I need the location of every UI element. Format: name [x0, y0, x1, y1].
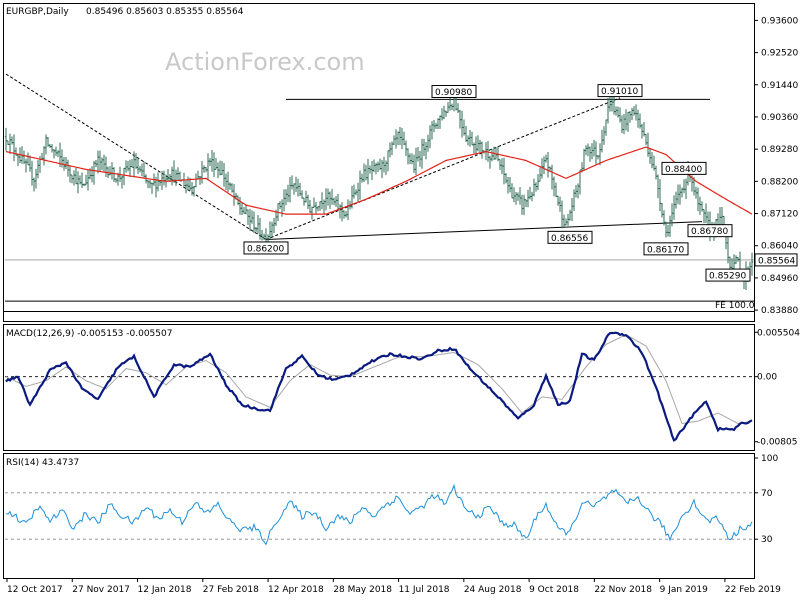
price-axis-label: 0.84960: [761, 274, 798, 284]
rsi-axis-label: 100: [761, 454, 778, 464]
x-axis-label: 12 Oct 2017: [7, 585, 63, 595]
price-annotation-label: 0.90980: [435, 88, 472, 98]
fe-label: FE 100.0: [715, 301, 755, 311]
x-axis-label: 9 Oct 2018: [529, 585, 579, 595]
price-annotation-label: 0.86200: [247, 244, 284, 254]
price-chart-title: EURGBP,Daily: [6, 7, 69, 17]
price-annotation-label: 0.86556: [551, 234, 588, 244]
x-axis-label: 9 Jan 2019: [660, 585, 708, 595]
rsi-title: RSI(14) 43.4737: [6, 458, 79, 468]
x-axis-label: 27 Nov 2017: [72, 585, 130, 595]
macd-axis-label: 0.005504: [757, 328, 800, 338]
price-axis-label: 0.86040: [761, 242, 798, 252]
price-axis-label: 0.93600: [761, 16, 798, 26]
price-axis-label: 0.88200: [761, 177, 798, 187]
price-annotation-label: 0.85290: [709, 272, 746, 282]
price-annotation-label: 0.86780: [691, 227, 728, 237]
x-axis-label: 12 Jan 2018: [138, 585, 192, 595]
price-axis-label: 0.89280: [761, 145, 798, 155]
watermark: ActionForex.com: [165, 48, 365, 76]
rsi-axis-label: 70: [761, 489, 773, 499]
x-axis-label: 28 May 2018: [333, 585, 392, 595]
x-axis-label: 11 Jul 2018: [399, 585, 450, 595]
macd-axis-label: 0.00: [757, 373, 777, 383]
price-annotation-label: 0.91010: [601, 87, 638, 97]
price-axis-label: 0.90360: [761, 113, 798, 123]
chart-canvas: ActionForex.com 0.90980 0.91010 0.88400 0.8…: [0, 0, 800, 600]
price-axis-label: 0.92520: [761, 49, 798, 59]
x-axis-label: 22 Nov 2018: [594, 585, 652, 595]
price-annotation-label: 0.88400: [665, 165, 702, 175]
x-axis-label: 27 Feb 2018: [203, 585, 259, 595]
x-axis-label: 12 Apr 2018: [268, 585, 324, 595]
rsi-axis-label: 30: [761, 535, 773, 545]
ohlc-header: 0.85496 0.85603 0.85355 0.85564: [86, 7, 244, 17]
price-axis-label: 0.91440: [761, 81, 798, 91]
macd-title: MACD(12,26,9) -0.005153 -0.005507: [6, 329, 172, 339]
x-axis-label: 24 Aug 2018: [464, 585, 522, 595]
macd-axis-label: -0.00805: [757, 438, 797, 448]
price-axis-label: 0.87120: [761, 210, 798, 220]
price-axis-label: 0.83880: [761, 306, 798, 316]
current-price-label: 0.85564: [758, 256, 795, 266]
price-annotation-label: 0.86170: [647, 245, 684, 255]
x-axis-label: 22 Feb 2019: [725, 585, 781, 595]
